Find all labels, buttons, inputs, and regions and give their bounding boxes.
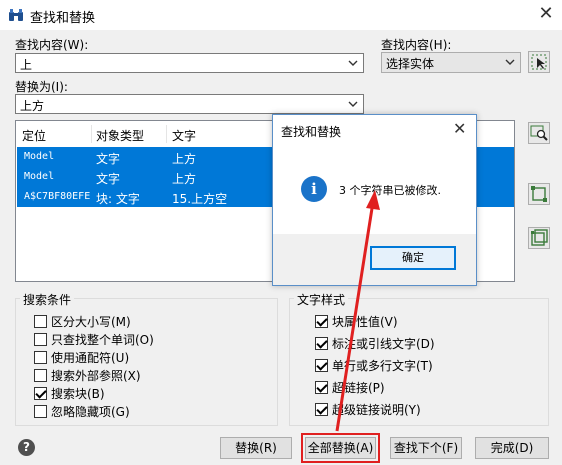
annotation-arrow — [335, 190, 380, 432]
